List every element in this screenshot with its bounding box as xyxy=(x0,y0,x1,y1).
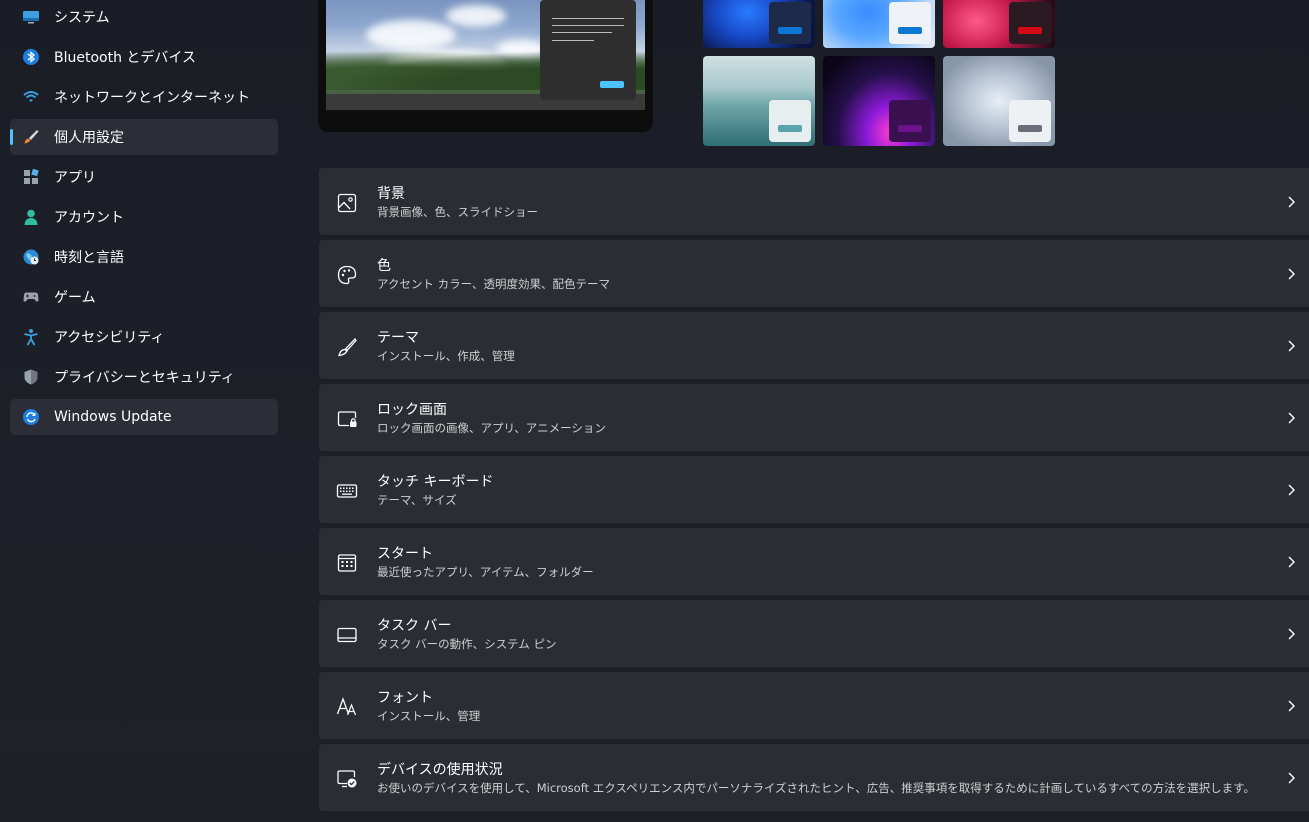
card-themes[interactable]: テーマ インストール、作成、管理 xyxy=(319,312,1309,379)
bluetooth-icon xyxy=(22,48,40,66)
card-colors[interactable]: 色 アクセント カラー、透明度効果、配色テーマ xyxy=(319,240,1309,307)
card-fonts[interactable]: フォント インストール、管理 xyxy=(319,672,1309,739)
chevron-right-icon xyxy=(1285,338,1297,352)
card-title: ロック画面 xyxy=(377,402,447,418)
chevron-right-icon xyxy=(1285,410,1297,424)
monitor-icon xyxy=(22,8,40,26)
card-subtitle: 最近使ったアプリ、アイテム、フォルダー xyxy=(377,565,594,579)
gamepad-icon xyxy=(22,288,40,306)
sidebar-item-label: アカウント xyxy=(54,210,124,226)
card-touch-keyboard[interactable]: タッチ キーボード テーマ、サイズ xyxy=(319,456,1309,523)
theme-thumb-bloom-blue-light[interactable] xyxy=(823,0,935,48)
preview-accent-bar xyxy=(600,81,624,88)
card-subtitle: アクセント カラー、透明度効果、配色テーマ xyxy=(377,277,610,291)
card-subtitle: インストール、作成、管理 xyxy=(377,349,515,363)
card-background[interactable]: 背景 背景画像、色、スライドショー xyxy=(319,168,1309,235)
card-title: フォント xyxy=(377,690,433,706)
device-usage-icon xyxy=(336,768,358,790)
card-subtitle: 背景画像、色、スライドショー xyxy=(377,205,538,219)
sidebar-item-label: Bluetooth とデバイス xyxy=(54,50,196,66)
keyboard-icon xyxy=(336,480,358,502)
chevron-right-icon xyxy=(1285,482,1297,496)
card-taskbar[interactable]: タスク バー タスク バーの動作、システム ピン xyxy=(319,600,1309,667)
lock-screen-icon xyxy=(336,408,358,430)
sidebar-item-label: ネットワークとインターネット xyxy=(54,90,250,106)
card-title: 色 xyxy=(377,258,391,274)
theme-thumb-glow-red[interactable] xyxy=(943,0,1055,48)
theme-preview xyxy=(318,0,653,132)
sidebar-item-label: 個人用設定 xyxy=(54,130,124,146)
preview-window xyxy=(540,0,636,100)
card-title: タッチ キーボード xyxy=(377,474,494,490)
sidebar-item-label: 時刻と言語 xyxy=(54,250,124,266)
sidebar-item-label: Windows Update xyxy=(54,409,172,425)
person-icon xyxy=(22,208,40,226)
globe-clock-icon xyxy=(22,248,40,266)
paintbrush-icon xyxy=(22,128,40,146)
card-lock-screen[interactable]: ロック画面 ロック画面の画像、アプリ、アニメーション xyxy=(319,384,1309,451)
sidebar-item-bluetooth[interactable]: Bluetooth とデバイス xyxy=(10,39,278,75)
theme-thumb-flow-silver[interactable] xyxy=(943,56,1055,146)
theme-thumb-bloom-blue-dark[interactable] xyxy=(703,0,815,48)
card-subtitle: インストール、管理 xyxy=(377,709,481,723)
settings-list: 背景 背景画像、色、スライドショー 色 アクセント カラー、透明度効果、配色テー… xyxy=(319,168,1309,816)
sidebar-item-apps[interactable]: アプリ xyxy=(10,159,278,195)
sidebar-item-label: プライバシーとセキュリティ xyxy=(54,370,235,386)
preview-wallpaper xyxy=(326,0,645,110)
sidebar-nav: システム Bluetooth とデバイス ネットワークとインターネット 個人用設… xyxy=(10,7,278,439)
sidebar-item-gaming[interactable]: ゲーム xyxy=(10,279,278,315)
update-icon xyxy=(22,408,40,426)
card-subtitle: テーマ、サイズ xyxy=(377,493,457,507)
card-start[interactable]: スタート 最近使ったアプリ、アイテム、フォルダー xyxy=(319,528,1309,595)
taskbar-icon xyxy=(336,624,358,646)
sidebar-item-windows-update[interactable]: Windows Update xyxy=(10,399,278,435)
card-title: スタート xyxy=(377,546,433,562)
chevron-right-icon xyxy=(1285,626,1297,640)
accessibility-icon xyxy=(22,328,40,346)
image-icon xyxy=(336,192,358,214)
card-device-usage[interactable]: デバイスの使用状況 お使いのデバイスを使用して、Microsoft エクスペリエ… xyxy=(319,744,1309,811)
sidebar-item-label: ゲーム xyxy=(54,290,96,306)
sidebar-item-time-language[interactable]: 時刻と言語 xyxy=(10,239,278,275)
sidebar-item-personalization[interactable]: 個人用設定 xyxy=(10,119,278,155)
theme-thumb-lake[interactable] xyxy=(703,56,815,146)
palette-icon xyxy=(336,264,358,286)
shield-icon xyxy=(22,368,40,386)
card-title: テーマ xyxy=(377,330,419,346)
start-grid-icon xyxy=(336,552,358,574)
chevron-right-icon xyxy=(1285,698,1297,712)
apps-icon xyxy=(22,168,40,186)
sidebar-item-network[interactable]: ネットワークとインターネット xyxy=(10,79,278,115)
chevron-right-icon xyxy=(1285,554,1297,568)
chevron-right-icon xyxy=(1285,266,1297,280)
sidebar-item-label: システム xyxy=(54,10,110,26)
wifi-icon xyxy=(22,88,40,106)
card-subtitle: タスク バーの動作、システム ピン xyxy=(377,637,557,651)
theme-thumb-purple-sunrise[interactable] xyxy=(823,56,935,146)
card-subtitle: お使いのデバイスを使用して、Microsoft エクスペリエンス内でパーソナライ… xyxy=(377,781,1256,795)
sidebar-item-accessibility[interactable]: アクセシビリティ xyxy=(10,319,278,355)
chevron-right-icon xyxy=(1285,770,1297,784)
sidebar-item-label: アクセシビリティ xyxy=(54,330,165,346)
chevron-right-icon xyxy=(1285,194,1297,208)
card-title: デバイスの使用状況 xyxy=(377,762,503,778)
sidebar-item-accounts[interactable]: アカウント xyxy=(10,199,278,235)
card-title: タスク バー xyxy=(377,618,452,634)
card-title: 背景 xyxy=(377,186,405,202)
sidebar-item-label: アプリ xyxy=(54,170,96,186)
sidebar-item-system[interactable]: システム xyxy=(10,0,278,35)
brush-icon xyxy=(336,336,358,358)
sidebar-item-privacy[interactable]: プライバシーとセキュリティ xyxy=(10,359,278,395)
card-subtitle: ロック画面の画像、アプリ、アニメーション xyxy=(377,421,606,435)
font-icon xyxy=(336,696,358,718)
